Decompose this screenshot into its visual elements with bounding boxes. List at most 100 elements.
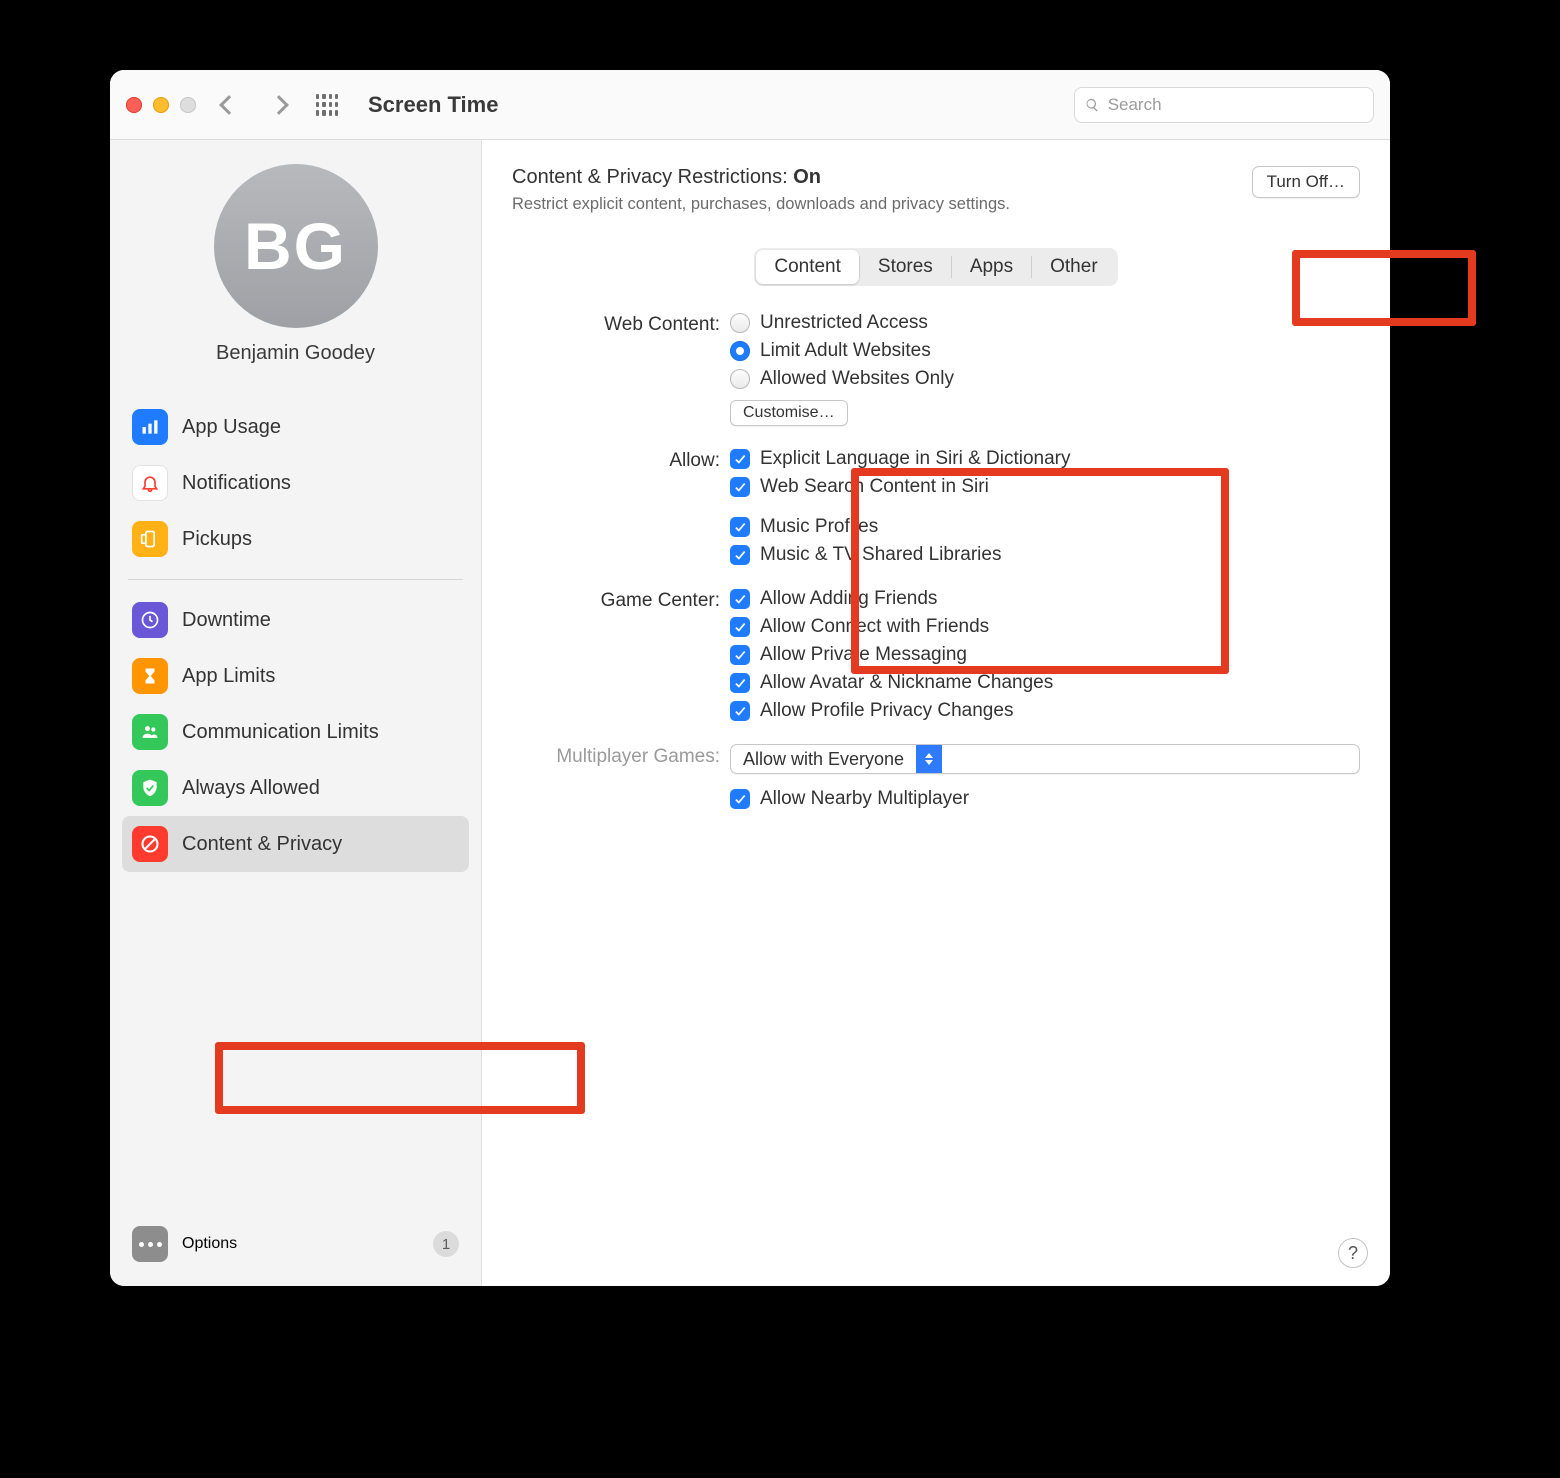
radio-limit-adult[interactable]: Limit Adult Websites <box>730 340 1360 362</box>
multiplayer-group: Allow with Everyone Allow Nearby Multipl… <box>730 744 1360 810</box>
checkbox-icon <box>730 617 750 637</box>
checkbox-icon <box>730 545 750 565</box>
game-center-group: Allow Adding Friends Allow Connect with … <box>730 588 1360 722</box>
check-label: Allow Connect with Friends <box>760 616 989 638</box>
tab-other[interactable]: Other <box>1032 250 1116 284</box>
preferences-window: Screen Time BG Benjamin Goodey <box>110 70 1390 1286</box>
checkbox-icon <box>730 789 750 809</box>
web-content-label: Web Content: <box>512 312 722 448</box>
sidebar-item-label: Communication Limits <box>182 721 379 744</box>
checkbox-icon <box>730 517 750 537</box>
sidebar-item-app-usage[interactable]: App Usage <box>122 399 469 455</box>
no-entry-icon <box>132 826 168 862</box>
check-label: Allow Profile Privacy Changes <box>760 700 1013 722</box>
stepper-icon <box>916 745 942 773</box>
radio-icon <box>730 313 750 333</box>
sidebar-item-label: Always Allowed <box>182 777 320 800</box>
sidebar-item-app-limits[interactable]: App Limits <box>122 648 469 704</box>
people-icon <box>132 714 168 750</box>
options-badge: 1 <box>433 1231 459 1257</box>
shield-check-icon <box>132 770 168 806</box>
sidebar-item-label: App Limits <box>182 665 275 688</box>
check-label: Allow Private Messaging <box>760 644 967 666</box>
minimize-window-button[interactable] <box>153 97 169 113</box>
sidebar: BG Benjamin Goodey App Usage Not <box>110 140 482 1286</box>
radio-label: Limit Adult Websites <box>760 340 931 362</box>
checkbox-icon <box>730 477 750 497</box>
sidebar-item-content-privacy[interactable]: Content & Privacy <box>122 816 469 872</box>
check-private-messaging[interactable]: Allow Private Messaging <box>730 644 1360 666</box>
web-content-group: Unrestricted Access Limit Adult Websites… <box>730 312 1360 426</box>
sidebar-item-label: Pickups <box>182 528 252 551</box>
pickups-icon <box>132 521 168 557</box>
zoom-window-button[interactable] <box>180 97 196 113</box>
check-connect-friends[interactable]: Allow Connect with Friends <box>730 616 1360 638</box>
check-profile-privacy[interactable]: Allow Profile Privacy Changes <box>730 700 1360 722</box>
radio-unrestricted[interactable]: Unrestricted Access <box>730 312 1360 334</box>
check-explicit-language[interactable]: Explicit Language in Siri & Dictionary <box>730 448 1360 470</box>
tab-content[interactable]: Content <box>756 250 859 284</box>
check-label: Web Search Content in Siri <box>760 476 989 498</box>
show-all-prefs-button[interactable] <box>316 94 338 116</box>
sidebar-item-communication-limits[interactable]: Communication Limits <box>122 704 469 760</box>
check-label: Explicit Language in Siri & Dictionary <box>760 448 1071 470</box>
sidebar-divider <box>128 579 463 580</box>
ellipsis-icon <box>132 1226 168 1262</box>
page-heading: Content & Privacy Restrictions: On <box>512 166 1252 189</box>
radio-label: Unrestricted Access <box>760 312 928 334</box>
check-label: Music Profiles <box>760 516 878 538</box>
radio-icon <box>730 341 750 361</box>
multiplayer-select[interactable]: Allow with Everyone <box>730 744 1360 774</box>
page-subtitle: Restrict explicit content, purchases, do… <box>512 195 1252 214</box>
turn-off-button[interactable]: Turn Off… <box>1252 166 1360 198</box>
search-field[interactable] <box>1074 87 1374 123</box>
avatar[interactable]: BG <box>214 164 378 328</box>
sidebar-item-pickups[interactable]: Pickups <box>122 511 469 567</box>
check-label: Allow Avatar & Nickname Changes <box>760 672 1053 694</box>
checkbox-icon <box>730 673 750 693</box>
close-window-button[interactable] <box>126 97 142 113</box>
check-music-profiles[interactable]: Music Profiles <box>730 516 1360 538</box>
bell-icon <box>132 465 168 501</box>
check-label: Allow Nearby Multiplayer <box>760 788 969 810</box>
check-nearby-multiplayer[interactable]: Allow Nearby Multiplayer <box>730 788 1360 810</box>
sidebar-item-label: Content & Privacy <box>182 833 342 856</box>
customise-button[interactable]: Customise… <box>730 400 848 426</box>
allow-group-1: Explicit Language in Siri & Dictionary W… <box>730 448 1360 498</box>
check-web-search-siri[interactable]: Web Search Content in Siri <box>730 476 1360 498</box>
check-avatar-nickname[interactable]: Allow Avatar & Nickname Changes <box>730 672 1360 694</box>
checkbox-icon <box>730 701 750 721</box>
sidebar-item-downtime[interactable]: Downtime <box>122 592 469 648</box>
forward-button[interactable] <box>269 95 289 115</box>
sidebar-item-notifications[interactable]: Notifications <box>122 455 469 511</box>
avatar-initials: BG <box>244 208 347 284</box>
search-input[interactable] <box>1108 95 1363 115</box>
chart-icon <box>132 409 168 445</box>
window-toolbar: Screen Time <box>110 70 1390 140</box>
sidebar-item-label: App Usage <box>182 416 281 439</box>
options-label: Options <box>182 1235 237 1253</box>
profile-block: BG Benjamin Goodey <box>122 164 469 365</box>
hourglass-icon <box>132 658 168 694</box>
tab-apps[interactable]: Apps <box>952 250 1031 284</box>
main-content: Content & Privacy Restrictions: On Restr… <box>482 140 1390 1286</box>
check-adding-friends[interactable]: Allow Adding Friends <box>730 588 1360 610</box>
check-music-tv-shared[interactable]: Music & TV Shared Libraries <box>730 544 1360 566</box>
radio-allowed-only[interactable]: Allowed Websites Only <box>730 368 1360 390</box>
checkbox-icon <box>730 449 750 469</box>
window-title: Screen Time <box>368 92 1074 118</box>
sidebar-options[interactable]: Options 1 <box>122 1218 469 1270</box>
game-center-label: Game Center: <box>512 588 722 744</box>
tab-stores[interactable]: Stores <box>860 250 951 284</box>
checkbox-icon <box>730 645 750 665</box>
clock-icon <box>132 602 168 638</box>
search-icon <box>1085 97 1100 113</box>
sidebar-item-always-allowed[interactable]: Always Allowed <box>122 760 469 816</box>
check-label: Music & TV Shared Libraries <box>760 544 1001 566</box>
allow-label: Allow: <box>512 448 722 516</box>
content-tabs: Content Stores Apps Other <box>754 248 1117 286</box>
window-controls <box>126 97 196 113</box>
nav-arrows <box>222 98 286 112</box>
back-button[interactable] <box>219 95 239 115</box>
help-button[interactable]: ? <box>1338 1238 1368 1268</box>
